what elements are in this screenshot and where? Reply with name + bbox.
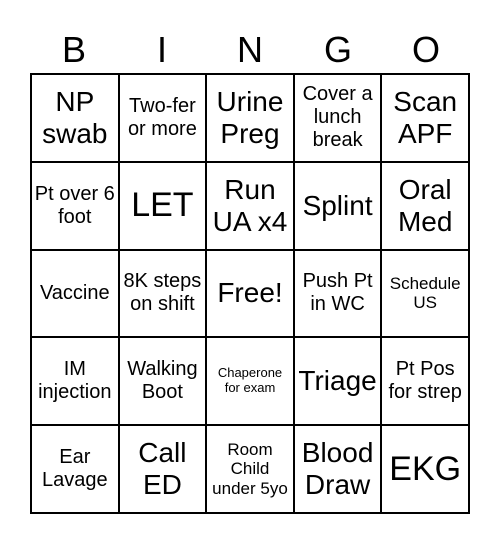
bingo-cell[interactable]: Scan APF bbox=[381, 74, 469, 162]
header-letter-g: G bbox=[323, 29, 352, 70]
bingo-header: B I N G O bbox=[30, 28, 470, 72]
header-letter-n: N bbox=[237, 29, 263, 70]
header-letter-b: B bbox=[61, 29, 86, 70]
bingo-cell[interactable]: Walking Boot bbox=[118, 337, 207, 426]
bingo-grid: NP swab Two-fer or more Urine Preg Cover a … bbox=[30, 73, 470, 514]
bingo-cell[interactable]: Blood Draw bbox=[293, 425, 382, 513]
bingo-cell[interactable]: Run UA x4 bbox=[206, 161, 294, 250]
bingo-cell[interactable]: Urine Preg bbox=[206, 74, 294, 162]
bingo-cell[interactable]: Vaccine bbox=[31, 249, 119, 338]
bingo-cell[interactable]: Two-fer or more bbox=[118, 74, 207, 162]
bingo-cell[interactable]: NP swab bbox=[31, 74, 119, 162]
bingo-cell[interactable]: Ear Lavage bbox=[31, 425, 119, 513]
bingo-cell[interactable]: Pt over 6 foot bbox=[31, 161, 119, 250]
bingo-cell[interactable]: Chaperone for exam bbox=[206, 337, 294, 426]
bingo-cell[interactable]: Triage bbox=[293, 337, 382, 426]
header-letter-i: I bbox=[156, 29, 167, 70]
bingo-cell[interactable]: Schedule US bbox=[381, 249, 469, 338]
bingo-cell[interactable]: 8K steps on shift bbox=[118, 249, 207, 338]
bingo-cell[interactable]: Free! bbox=[206, 249, 294, 338]
bingo-cell[interactable]: IM injection bbox=[31, 337, 119, 426]
bingo-cell[interactable]: Pt Pos for strep bbox=[381, 337, 469, 426]
bingo-cell[interactable]: LET bbox=[118, 161, 207, 250]
bingo-cell[interactable]: Splint bbox=[293, 161, 382, 250]
header-letter-o: O bbox=[411, 29, 440, 70]
bingo-cell[interactable]: EKG bbox=[381, 425, 469, 513]
bingo-cell[interactable]: Oral Med bbox=[381, 161, 469, 250]
bingo-cell[interactable]: Call ED bbox=[118, 425, 207, 513]
bingo-cell[interactable]: Cover a lunch break bbox=[293, 74, 382, 162]
bingo-cell[interactable]: Room Child under 5yo bbox=[206, 425, 294, 513]
bingo-cell[interactable]: Push Pt in WC bbox=[293, 249, 382, 338]
